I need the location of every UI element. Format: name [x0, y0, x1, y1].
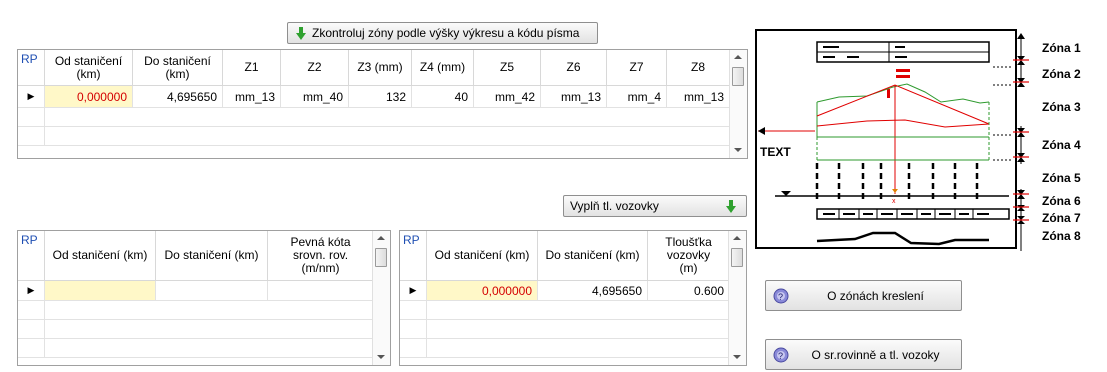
- scroll-thumb[interactable]: [731, 248, 743, 267]
- row-marker[interactable]: [18, 108, 45, 127]
- rp-header: RP: [18, 50, 45, 86]
- row-marker[interactable]: ▶: [18, 86, 45, 108]
- zone-label: Zóna 2: [1042, 67, 1081, 81]
- fill-thickness-button[interactable]: Vyplň tl. vozovky: [563, 195, 747, 217]
- text-label: TEXT: [760, 145, 791, 159]
- table-cell[interactable]: 0,000000: [427, 281, 538, 301]
- rp-header: RP: [400, 231, 427, 281]
- table-row[interactable]: [45, 301, 374, 320]
- row-marker[interactable]: [18, 301, 45, 320]
- scroll-up-icon[interactable]: [733, 236, 741, 240]
- col-header[interactable]: Do staničení (km): [133, 50, 223, 86]
- table-cell[interactable]: mm_42: [474, 86, 541, 108]
- row-marker[interactable]: [18, 339, 45, 358]
- table-cell[interactable]: 4,695650: [538, 281, 648, 301]
- col-header[interactable]: Do staničení (km): [538, 231, 648, 281]
- about-zones-button[interactable]: ? O zónách kreslení: [765, 280, 962, 311]
- table-row[interactable]: [427, 320, 730, 339]
- zones-diagram: x Zóna 1 Zóna 2 Zóna 3 Zóna 4 Zóna 5 Zón…: [755, 29, 1100, 251]
- zone-label: Zóna 7: [1042, 211, 1081, 225]
- table-cell[interactable]: 0,000000: [45, 86, 133, 108]
- scroll-thumb[interactable]: [732, 67, 744, 86]
- scroll-thumb[interactable]: [375, 248, 387, 267]
- rp-header: RP: [18, 231, 45, 281]
- svg-text:?: ?: [778, 292, 783, 302]
- row-marker[interactable]: [400, 320, 427, 339]
- table-cell[interactable]: [268, 281, 374, 301]
- vertical-scrollbar[interactable]: [728, 231, 746, 365]
- table-cell[interactable]: 40: [412, 86, 474, 108]
- table-row[interactable]: [45, 108, 730, 127]
- scroll-down-icon[interactable]: [377, 355, 385, 359]
- table-cell[interactable]: [156, 281, 268, 301]
- row-marker[interactable]: [400, 301, 427, 320]
- about-road-label: O sr.rovinně a tl. vozoky: [811, 347, 940, 362]
- check-zones-button[interactable]: Zkontroluj zóny podle výšky výkresu a kó…: [287, 22, 598, 44]
- road-thickness-grid[interactable]: RP Od staničení (km) Do staničení (km) T…: [399, 230, 747, 366]
- col-header[interactable]: Z8: [667, 50, 730, 86]
- vertical-scrollbar[interactable]: [372, 231, 390, 365]
- table-row[interactable]: [427, 301, 730, 320]
- table-cell[interactable]: 4,695650: [133, 86, 223, 108]
- col-header[interactable]: Pevná kóta srovn. rov. (m/nm): [268, 231, 374, 281]
- table-row[interactable]: [45, 127, 730, 146]
- table-cell[interactable]: mm_13: [223, 86, 281, 108]
- table-row[interactable]: [45, 339, 374, 358]
- col-header[interactable]: Do staničení (km): [156, 231, 268, 281]
- zones-grid[interactable]: RP Od staničení (km) Do staničení (km) Z…: [17, 49, 748, 159]
- row-marker[interactable]: ▶: [18, 281, 45, 301]
- zone-label: Zóna 4: [1042, 138, 1081, 152]
- about-zones-label: O zónách kreslení: [827, 288, 924, 303]
- table-cell[interactable]: mm_13: [541, 86, 607, 108]
- col-header[interactable]: Od staničení (km): [45, 50, 133, 86]
- fixed-level-grid[interactable]: RP Od staničení (km) Do staničení (km) P…: [17, 230, 391, 366]
- arrow-down-icon: [726, 199, 736, 213]
- check-zones-label: Zkontroluj zóny podle výšky výkresu a kó…: [312, 26, 580, 40]
- table-row[interactable]: [45, 320, 374, 339]
- row-marker[interactable]: ▶: [400, 281, 427, 301]
- zone-label: Zóna 1: [1042, 41, 1081, 55]
- table-cell[interactable]: [45, 281, 156, 301]
- table-cell[interactable]: mm_4: [607, 86, 667, 108]
- col-header[interactable]: Z6: [541, 50, 607, 86]
- row-marker[interactable]: [400, 339, 427, 358]
- zone-label: Zóna 8: [1042, 229, 1081, 243]
- col-header[interactable]: Z4 (mm): [412, 50, 474, 86]
- col-header[interactable]: Z7: [607, 50, 667, 86]
- col-header[interactable]: Tloušťka vozovky (m): [648, 231, 730, 281]
- col-header[interactable]: Od staničení (km): [45, 231, 156, 281]
- col-header[interactable]: Z5: [474, 50, 541, 86]
- fill-thickness-label: Vyplň tl. vozovky: [570, 199, 659, 213]
- arrow-down-icon: [296, 26, 306, 40]
- table-cell[interactable]: mm_40: [281, 86, 349, 108]
- help-icon: ?: [773, 288, 789, 303]
- table-cell[interactable]: 132: [349, 86, 412, 108]
- row-marker[interactable]: [18, 127, 45, 146]
- scroll-down-icon[interactable]: [734, 148, 742, 152]
- scroll-up-icon[interactable]: [377, 236, 385, 240]
- table-row[interactable]: [427, 339, 730, 358]
- col-header[interactable]: Od staničení (km): [427, 231, 538, 281]
- col-header[interactable]: Z2: [281, 50, 349, 86]
- row-marker[interactable]: [18, 320, 45, 339]
- zone-label: Zóna 6: [1042, 194, 1081, 208]
- col-header[interactable]: Z1: [223, 50, 281, 86]
- scroll-up-icon[interactable]: [734, 55, 742, 59]
- svg-text:x: x: [892, 198, 896, 205]
- col-header[interactable]: Z3 (mm): [349, 50, 412, 86]
- table-cell[interactable]: mm_13: [667, 86, 730, 108]
- scroll-down-icon[interactable]: [733, 355, 741, 359]
- zone-label: Zóna 3: [1042, 100, 1081, 114]
- table-cell[interactable]: 0.600: [648, 281, 730, 301]
- zone-label: Zóna 5: [1042, 171, 1081, 185]
- help-icon: ?: [773, 347, 789, 362]
- svg-text:?: ?: [778, 351, 783, 361]
- about-road-button[interactable]: ? O sr.rovinně a tl. vozoky: [765, 339, 962, 370]
- vertical-scrollbar[interactable]: [729, 50, 747, 158]
